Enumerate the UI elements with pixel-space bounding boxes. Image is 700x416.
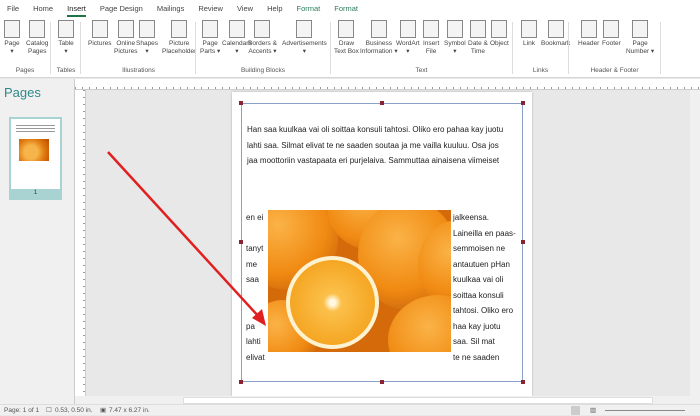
scrollbar-thumb[interactable]: [183, 397, 653, 404]
zoom-slider[interactable]: [605, 410, 685, 411]
annotation-arrow: [107, 151, 266, 326]
single-page-view-button[interactable]: [571, 406, 580, 415]
two-page-view-button[interactable]: ▥: [590, 405, 596, 416]
object-position-icon: ☐: [46, 407, 52, 414]
status-bar: Page: 1 of 1 ☐ 0.53, 0.50 in. ▣ 7.47 x 6…: [0, 404, 700, 415]
status-page: Page: 1 of 1: [4, 407, 40, 414]
status-position: 0.53, 0.50 in.: [55, 407, 93, 414]
object-size-icon: ▣: [100, 407, 107, 414]
status-size: 7.47 x 6.27 in.: [109, 407, 150, 414]
